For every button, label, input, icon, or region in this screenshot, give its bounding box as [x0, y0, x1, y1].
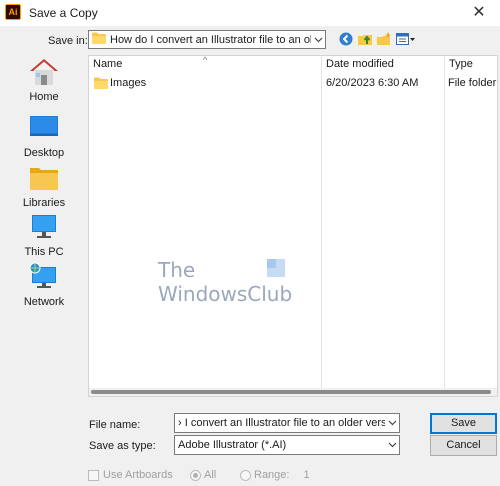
view-menu-icon[interactable] — [395, 31, 417, 47]
table-row[interactable]: Images 6/20/2023 6:30 AM File folder — [89, 75, 497, 93]
chevron-down-icon[interactable] — [385, 440, 399, 450]
home-icon — [28, 56, 60, 88]
file-date-cell: 6/20/2023 6:30 AM — [326, 77, 419, 89]
folder-icon — [92, 32, 106, 47]
up-folder-icon[interactable] — [357, 31, 373, 47]
range-option[interactable]: Range: 1 — [240, 469, 310, 481]
save-in-value: How do I convert an Illustrator file to … — [110, 33, 311, 46]
place-libraries[interactable]: Libraries — [16, 162, 72, 209]
illustrator-app-icon: Ai — [5, 4, 21, 20]
watermark-logo-icon — [266, 258, 286, 281]
save-as-type-label: Save as type: — [89, 440, 156, 452]
use-artboards-label: Use Artboards — [103, 469, 173, 481]
range-radio[interactable] — [240, 469, 251, 481]
column-divider[interactable] — [321, 56, 322, 390]
all-radio[interactable] — [190, 469, 201, 481]
cancel-button[interactable]: Cancel — [430, 435, 497, 456]
toolbar — [338, 31, 417, 47]
use-artboards-checkbox[interactable] — [88, 469, 99, 481]
title-bar: Ai Save a Copy ✕ — [0, 0, 500, 26]
file-name-cell: Images — [110, 77, 147, 89]
place-label: Desktop — [23, 147, 65, 159]
range-label: Range: — [254, 469, 290, 481]
all-label: All — [204, 469, 217, 481]
place-this-pc[interactable]: This PC — [16, 211, 72, 258]
chevron-down-icon[interactable] — [385, 418, 399, 428]
place-label: Home — [29, 91, 59, 103]
folder-icon — [94, 77, 108, 92]
place-desktop[interactable]: Desktop — [16, 112, 72, 159]
save-in-dropdown[interactable]: How do I convert an Illustrator file to … — [88, 30, 326, 49]
new-folder-icon[interactable] — [376, 31, 392, 47]
save-button[interactable]: Save — [430, 413, 497, 434]
file-type-cell: File folder — [448, 77, 497, 89]
column-divider[interactable] — [444, 56, 445, 390]
file-name-field[interactable]: › I convert an Illustrator file to an ol… — [174, 413, 400, 433]
libraries-icon — [28, 162, 60, 194]
file-name-label: File name: — [89, 419, 141, 431]
network-icon — [28, 261, 60, 293]
window-title: Save a Copy — [29, 6, 98, 20]
back-icon[interactable] — [338, 31, 354, 47]
place-network[interactable]: Network — [16, 261, 72, 308]
place-label: Libraries — [22, 197, 66, 209]
use-artboards-option[interactable]: Use Artboards — [88, 469, 173, 481]
file-name-value: › I convert an Illustrator file to an ol… — [178, 417, 385, 429]
save-as-type-dropdown[interactable]: Adobe Illustrator (*.AI) — [174, 435, 400, 455]
save-in-label: Save in: — [48, 35, 88, 47]
file-list[interactable]: ^ Name Date modified Type Images 6/20/20… — [88, 55, 498, 397]
this-pc-icon — [28, 211, 60, 243]
range-input[interactable]: 1 — [303, 469, 309, 481]
desktop-icon — [28, 112, 60, 144]
close-button[interactable]: ✕ — [468, 2, 490, 24]
watermark-line-1: The — [158, 258, 196, 282]
watermark: The WindowsClub — [158, 258, 298, 308]
scrollbar-thumb[interactable] — [91, 390, 491, 394]
chevron-down-icon[interactable] — [311, 35, 325, 45]
place-label: Network — [23, 296, 65, 308]
place-home[interactable]: Home — [16, 56, 72, 103]
place-label: This PC — [24, 246, 64, 258]
horizontal-scrollbar[interactable] — [89, 388, 497, 396]
watermark-line-2: WindowsClub — [158, 282, 293, 306]
all-option[interactable]: All — [190, 469, 216, 481]
save-as-type-value: Adobe Illustrator (*.AI) — [178, 439, 287, 451]
